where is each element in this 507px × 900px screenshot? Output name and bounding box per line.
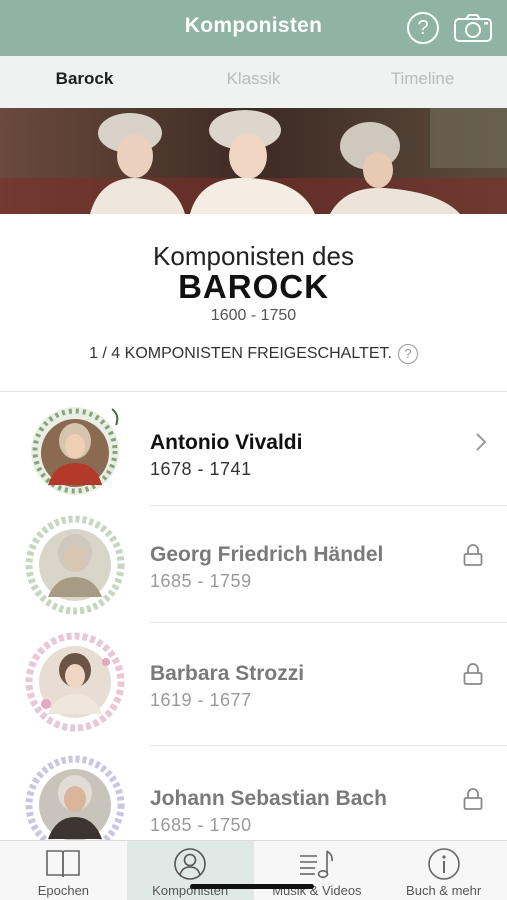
- composer-row-haendel[interactable]: Georg Friedrich Händel 1685 - 1759: [0, 507, 507, 625]
- unlock-status: 1 / 4 KOMPONISTEN FREIGESCHALTET.?: [0, 344, 507, 364]
- lock-icon: [463, 663, 483, 685]
- lock-icon: [463, 544, 483, 566]
- tabbar-label: Buch & mehr: [406, 883, 482, 898]
- chevron-right-icon: [476, 433, 487, 451]
- book-icon: [46, 850, 81, 878]
- composer-name: Barbara Strozzi: [150, 662, 305, 685]
- composer-years: 1619 - 1677: [150, 690, 252, 710]
- epoch-name: BAROCK: [178, 268, 329, 305]
- tabbar-label: Epochen: [37, 883, 90, 898]
- person-icon: [174, 848, 206, 880]
- info-icon: [427, 848, 460, 880]
- composer-name: Antonio Vivaldi: [150, 431, 303, 454]
- tab-klassik[interactable]: Klassik: [169, 56, 338, 108]
- app-header: Komponisten ?: [0, 0, 507, 56]
- haendel-portrait: [25, 515, 125, 615]
- help-button[interactable]: ?: [407, 12, 439, 44]
- epoch-period: 1600 - 1750: [210, 307, 297, 324]
- row-divider: [150, 745, 507, 746]
- row-divider: [150, 622, 507, 623]
- composer-years: 1685 - 1759: [150, 571, 252, 591]
- bottom-tab-bar: Epochen Komponisten Musik & Videos Buch …: [0, 840, 507, 900]
- camera-icon[interactable]: [453, 13, 493, 43]
- unlock-status-text: 1 / 4 KOMPONISTEN FREIGESCHALTET.: [89, 345, 392, 363]
- composer-row-vivaldi[interactable]: Antonio Vivaldi 1678 - 1741: [0, 393, 507, 511]
- composer-name: Johann Sebastian Bach: [150, 787, 387, 810]
- row-divider: [150, 505, 507, 506]
- tab-timeline[interactable]: Timeline: [338, 56, 507, 108]
- divider: [0, 391, 507, 392]
- lock-icon: [463, 788, 483, 810]
- tabbar-musik-videos[interactable]: Musik & Videos: [254, 841, 381, 900]
- tab-barock[interactable]: Barock: [0, 56, 169, 108]
- composer-years: 1678 - 1741: [150, 459, 252, 479]
- composer-years: 1685 - 1750: [150, 815, 252, 835]
- baroque-painting-image: [0, 108, 507, 214]
- unlock-help-icon[interactable]: ?: [397, 344, 418, 364]
- vivaldi-portrait: [31, 407, 119, 495]
- tabbar-buch-mehr[interactable]: Buch & mehr: [380, 841, 507, 900]
- tabbar-epochen[interactable]: Epochen: [0, 841, 127, 900]
- composer-row-strozzi[interactable]: Barbara Strozzi 1619 - 1677: [0, 624, 507, 742]
- music-list-icon: [299, 850, 333, 878]
- home-indicator: [190, 884, 314, 889]
- strozzi-portrait: [25, 632, 125, 732]
- epoch-tabs: Barock Klassik Timeline: [0, 56, 507, 108]
- tabbar-komponisten[interactable]: Komponisten: [126, 841, 254, 900]
- composer-name: Georg Friedrich Händel: [150, 543, 384, 566]
